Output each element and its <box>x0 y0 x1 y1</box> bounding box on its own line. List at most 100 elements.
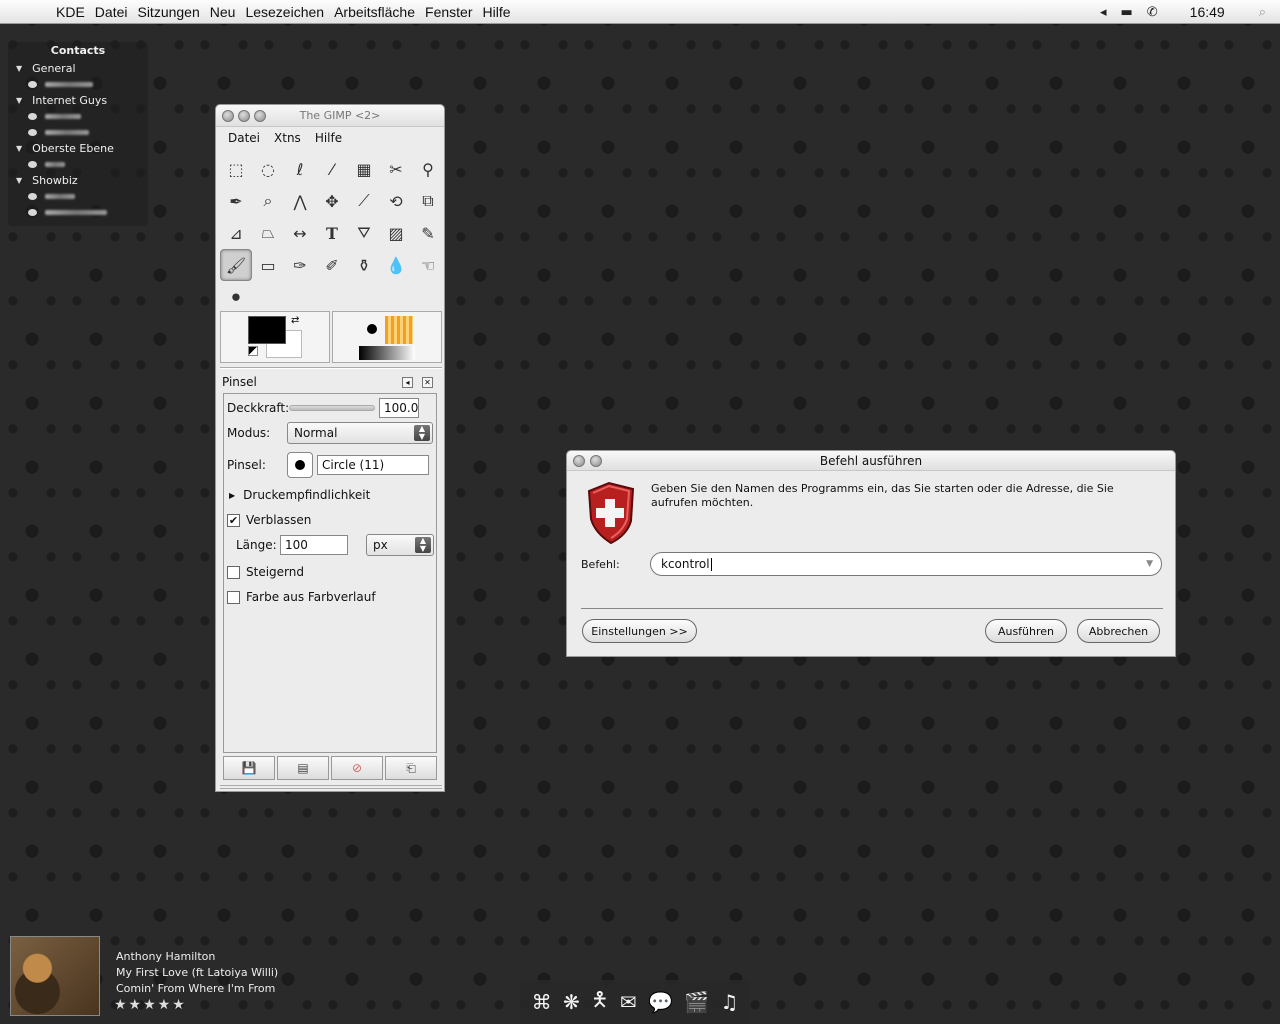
bucket-fill-icon[interactable]: ▨ <box>380 217 412 249</box>
unit-select[interactable]: px ▲ ▼ <box>366 534 434 556</box>
rating-stars[interactable]: ★★★★★ <box>114 997 187 1013</box>
expand-triangle-icon[interactable]: ▼ <box>16 144 22 153</box>
gimp-menu-hilfe[interactable]: Hilfe <box>315 131 342 145</box>
tab-menu-icon[interactable]: ◂ <box>402 376 413 388</box>
measure-icon[interactable]: ✥ <box>316 185 348 217</box>
delete-options-button[interactable]: ⊘ <box>331 756 383 780</box>
crop-icon[interactable]: ⟲ <box>380 185 412 217</box>
phone-icon[interactable]: ✆ <box>1147 5 1158 20</box>
smudge-icon[interactable]: ☜ <box>412 249 444 281</box>
restore-options-button[interactable]: ▤ <box>277 756 329 780</box>
contact-group-internet-guys[interactable]: ▼ Internet Guys <box>8 92 148 108</box>
contact-item[interactable] <box>8 108 148 124</box>
menu-sitzungen[interactable]: Sitzungen <box>137 4 199 20</box>
incremental-row[interactable]: Steigernd <box>227 565 304 579</box>
contact-item[interactable] <box>8 188 148 204</box>
dialog-titlebar[interactable]: Befehl ausführen <box>567 451 1175 471</box>
contact-item[interactable] <box>8 156 148 172</box>
settings-button[interactable]: Einstellungen >> <box>582 619 697 643</box>
scissors-icon[interactable]: ✂ <box>380 153 412 185</box>
lasso-icon[interactable]: ℓ <box>284 153 316 185</box>
contact-item[interactable] <box>8 124 148 140</box>
pattern-preview[interactable] <box>385 316 413 344</box>
contact-item[interactable] <box>8 76 148 92</box>
incremental-checkbox[interactable] <box>227 565 240 579</box>
foreground-select-icon[interactable]: ⚲ <box>412 153 444 185</box>
foreground-color-swatch[interactable] <box>248 316 286 344</box>
close-button[interactable] <box>222 110 234 122</box>
mode-select[interactable]: Normal ▲ ▼ <box>287 422 433 444</box>
music-note-icon[interactable]: ♫ <box>720 990 738 1014</box>
expand-triangle-icon[interactable]: ▼ <box>16 96 22 105</box>
menu-hilfe[interactable]: Hilfe <box>482 4 510 20</box>
close-button[interactable] <box>573 455 585 467</box>
minimize-button[interactable] <box>590 455 602 467</box>
airbrush-icon[interactable]: ✑ <box>284 249 316 281</box>
expand-triangle-icon[interactable]: ▼ <box>16 64 22 73</box>
opacity-input[interactable]: 100.0 <box>379 398 419 418</box>
resize-grip[interactable] <box>220 785 442 789</box>
rotate-icon[interactable]: ⧉ <box>412 185 444 217</box>
snowflake-icon[interactable]: ❋ <box>563 990 580 1014</box>
menu-lesezeichen[interactable]: Lesezeichen <box>245 4 324 20</box>
mailbox-icon[interactable]: ✉ <box>620 990 637 1014</box>
opacity-slider[interactable] <box>289 405 375 411</box>
menu-arbeitsflaeche[interactable]: Arbeitsfläche <box>334 4 415 20</box>
rect-select-icon[interactable]: ⬚ <box>220 153 252 185</box>
swap-colors-icon[interactable]: ⇄ <box>291 315 299 326</box>
clapperboard-icon[interactable]: 🎬 <box>684 990 709 1014</box>
gradient-preview[interactable] <box>359 346 415 360</box>
scale-icon[interactable]: ⊿ <box>220 217 252 249</box>
clone-icon[interactable]: ⚱ <box>348 249 380 281</box>
paths-icon[interactable]: ✒ <box>220 185 252 217</box>
perspective-icon[interactable]: ↔ <box>284 217 316 249</box>
monitor-icon[interactable]: ▬ <box>1120 5 1132 20</box>
flip-icon[interactable]: T <box>316 217 348 249</box>
gimp-titlebar[interactable]: The GIMP <2> <box>216 105 444 127</box>
pressure-row[interactable]: ▶ Druckempfindlichkeit <box>227 488 370 502</box>
magic-wand-icon[interactable]: ⁄ <box>316 153 348 185</box>
contact-group-oberste-ebene[interactable]: ▼ Oberste Ebene <box>8 140 148 156</box>
minimize-button[interactable] <box>238 110 250 122</box>
menu-fenster[interactable]: Fenster <box>425 4 472 20</box>
gradient-checkbox[interactable] <box>227 590 240 604</box>
menu-kde[interactable]: KDE <box>56 4 85 20</box>
contact-group-showbiz[interactable]: ▼ Showbiz <box>8 172 148 188</box>
apple-icon[interactable] <box>18 1 40 23</box>
chat-bubble-icon[interactable]: 💬 <box>648 990 673 1014</box>
brush-name-field[interactable]: Circle (11) <box>317 455 429 475</box>
save-options-button[interactable]: 💾 <box>223 756 275 780</box>
tray-arrow-icon[interactable]: ◂ <box>1100 5 1107 20</box>
move-icon[interactable]: ⟋ <box>348 185 380 217</box>
expander-triangle-icon[interactable]: ▶ <box>229 491 235 500</box>
album-cover[interactable] <box>10 936 100 1016</box>
command-icon[interactable]: ⌘ <box>532 990 552 1014</box>
gimp-menu-datei[interactable]: Datei <box>228 131 260 145</box>
color-picker-icon[interactable]: ⌕ <box>252 185 284 217</box>
gradient-row[interactable]: Farbe aus Farbverlauf <box>227 590 376 604</box>
eraser-icon[interactable]: ▭ <box>252 249 284 281</box>
chevron-down-icon[interactable]: ▼ <box>1146 559 1153 569</box>
search-icon[interactable]: ⌕ <box>1259 5 1266 20</box>
blur-icon[interactable]: 💧 <box>380 249 412 281</box>
shear-icon[interactable]: ⏢ <box>252 217 284 249</box>
menu-datei[interactable]: Datei <box>95 4 128 20</box>
paintbrush-icon[interactable]: 🖌 <box>220 249 252 281</box>
ellipse-select-icon[interactable]: ◌ <box>252 153 284 185</box>
expand-triangle-icon[interactable]: ▼ <box>16 176 22 185</box>
length-input[interactable]: 100 <box>280 535 348 555</box>
reset-options-button[interactable]: ⎗ <box>385 756 437 780</box>
brush-preview-button[interactable] <box>287 452 313 478</box>
close-tab-icon[interactable]: ✕ <box>422 376 433 388</box>
ink-icon[interactable]: ✐ <box>316 249 348 281</box>
menu-neu[interactable]: Neu <box>210 4 236 20</box>
cancel-button[interactable]: Abbrechen <box>1077 619 1160 643</box>
dodge-burn-icon[interactable]: ⚫ <box>220 281 252 313</box>
text-icon[interactable]: ⛛ <box>348 217 380 249</box>
zoom-icon[interactable]: ⋀ <box>284 185 316 217</box>
contact-item[interactable] <box>8 204 148 220</box>
run-button[interactable]: Ausführen <box>985 619 1067 643</box>
maximize-button[interactable] <box>254 110 266 122</box>
dancer-icon[interactable]: 🯅 <box>591 985 609 1019</box>
clock[interactable]: 16:49 <box>1190 4 1225 20</box>
